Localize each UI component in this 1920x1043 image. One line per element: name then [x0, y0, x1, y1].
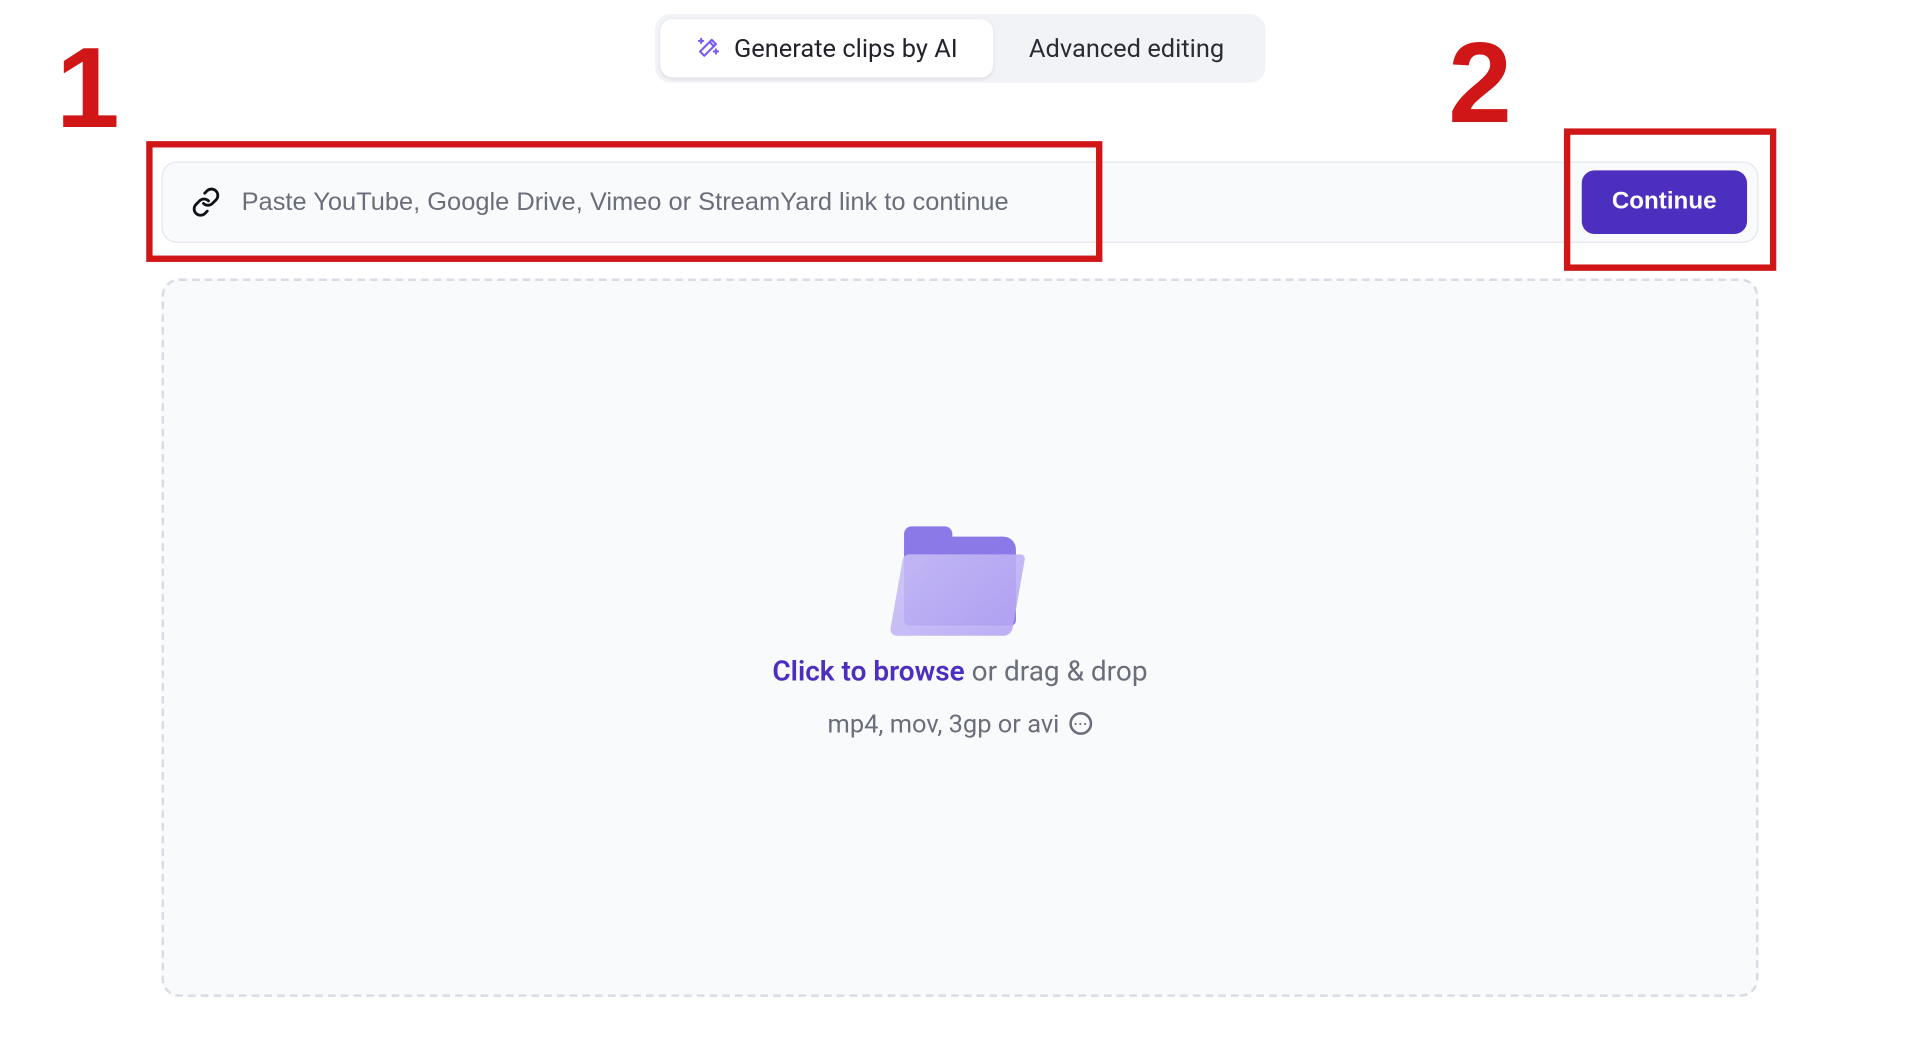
annotation-number-2: 2 — [1448, 27, 1512, 141]
continue-button[interactable]: Continue — [1581, 170, 1747, 234]
video-url-input[interactable] — [242, 177, 1564, 228]
magic-wand-icon — [696, 36, 721, 61]
dropzone-primary-text: Click to browse or drag & drop — [772, 656, 1147, 688]
formats-label: mp4, mov, 3gp or avi — [828, 708, 1060, 739]
drag-suffix: or drag & drop — [965, 656, 1148, 688]
link-icon — [188, 184, 224, 220]
url-input-row: Continue — [161, 161, 1758, 242]
tab-advanced-editing[interactable]: Advanced editing — [993, 19, 1259, 77]
tab-generate-label: Generate clips by AI — [734, 33, 958, 64]
annotation-number-1: 1 — [56, 32, 120, 146]
info-icon[interactable]: ••• — [1070, 712, 1093, 735]
dropzone-formats-text: mp4, mov, 3gp or avi ••• — [828, 708, 1093, 739]
folder-icon — [896, 537, 1023, 636]
tab-generate-clips[interactable]: Generate clips by AI — [660, 19, 993, 77]
browse-link[interactable]: Click to browse — [772, 656, 964, 688]
tab-advanced-label: Advanced editing — [1029, 33, 1224, 64]
file-dropzone[interactable]: Click to browse or drag & drop mp4, mov,… — [161, 278, 1758, 996]
page-root: Generate clips by AI Advanced editing Co… — [0, 0, 1920, 1004]
mode-tabs: Generate clips by AI Advanced editing — [655, 14, 1265, 83]
